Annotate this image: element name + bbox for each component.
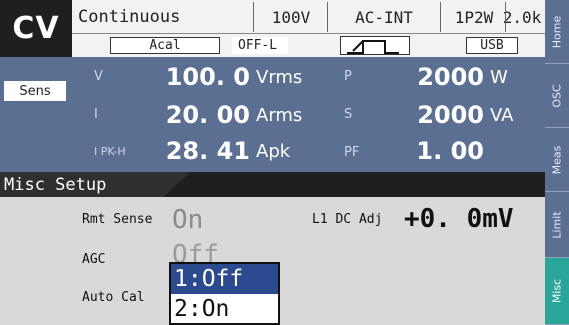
divider (505, 2, 506, 32)
voltage-range: 100V (271, 7, 311, 27)
l1-dc-adj-value[interactable]: +0. 0mV (404, 204, 514, 234)
tab-osc[interactable]: OSC (545, 64, 569, 128)
tab-label: Home (550, 15, 564, 48)
divider (440, 2, 441, 32)
mode-indicator: CV (0, 0, 72, 57)
voltage-value: 100. 0 (165, 63, 250, 91)
dropdown-option-off[interactable]: 1:Off (171, 264, 278, 294)
signal-source: AC-INT (355, 7, 413, 27)
power-factor-value: 1. 00 (416, 137, 484, 165)
measurement-label: I PK-H (94, 145, 126, 158)
tab-misc[interactable]: Misc (545, 258, 569, 325)
sequence-mode: Continuous (78, 7, 181, 27)
measurement-label: P (344, 69, 352, 84)
divider (72, 33, 545, 34)
rmt-sense-label: Rmt Sense (82, 212, 153, 227)
rmt-sense-value[interactable]: On (172, 205, 203, 235)
frequency-range: 2.0k (502, 7, 542, 27)
tab-label: Meas (550, 145, 564, 174)
current-unit: Arms (256, 105, 303, 126)
apparent-power-unit: VA (490, 105, 514, 126)
sens-button[interactable]: Sens (4, 81, 66, 101)
peak-current-unit: Apk (256, 141, 291, 162)
voltage-unit: Vrms (256, 67, 303, 88)
status-bar: CV Continuous Acal OFF-L 100V AC-INT 1P2… (0, 0, 545, 57)
agc-options-dropdown[interactable]: 1:Off 2:On (169, 262, 280, 325)
tab-limit[interactable]: Limit (545, 192, 569, 258)
divider (327, 2, 328, 32)
tab-label: OSC (550, 83, 564, 108)
measurement-label: S (344, 107, 353, 122)
auto-cal-label: Auto Cal (82, 290, 145, 305)
tab-label: Limit (550, 210, 564, 239)
interface-badge: USB (466, 37, 518, 54)
apparent-power-value: 2000 (417, 101, 484, 129)
tab-label: Misc (550, 278, 564, 304)
page-title: Misc Setup (0, 172, 190, 197)
output-state: OFF-L (232, 37, 288, 54)
agc-label: AGC (82, 252, 106, 267)
measurement-panel: Sens V 100. 0 Vrms P 2000 W I 20. 00 Arm… (0, 57, 545, 172)
current-value: 20. 00 (165, 101, 250, 129)
measurement-label: I (94, 107, 98, 122)
instrument-screen: CV Continuous Acal OFF-L 100V AC-INT 1P2… (0, 0, 569, 325)
square-wave-icon (340, 36, 410, 55)
tab-meas[interactable]: Meas (545, 128, 569, 192)
dropdown-option-on[interactable]: 2:On (171, 294, 278, 324)
measurement-label: PF (344, 145, 360, 160)
power-unit: W (490, 67, 508, 88)
tab-home[interactable]: Home (545, 0, 569, 64)
peak-current-value: 28. 41 (165, 137, 250, 165)
wiring-mode: 1P2W (454, 7, 494, 27)
divider (253, 2, 254, 32)
l1-dc-adj-label: L1 DC Adj (312, 212, 383, 227)
measurement-label: V (94, 69, 103, 84)
acal-badge: Acal (110, 37, 220, 54)
power-value: 2000 (417, 63, 484, 91)
